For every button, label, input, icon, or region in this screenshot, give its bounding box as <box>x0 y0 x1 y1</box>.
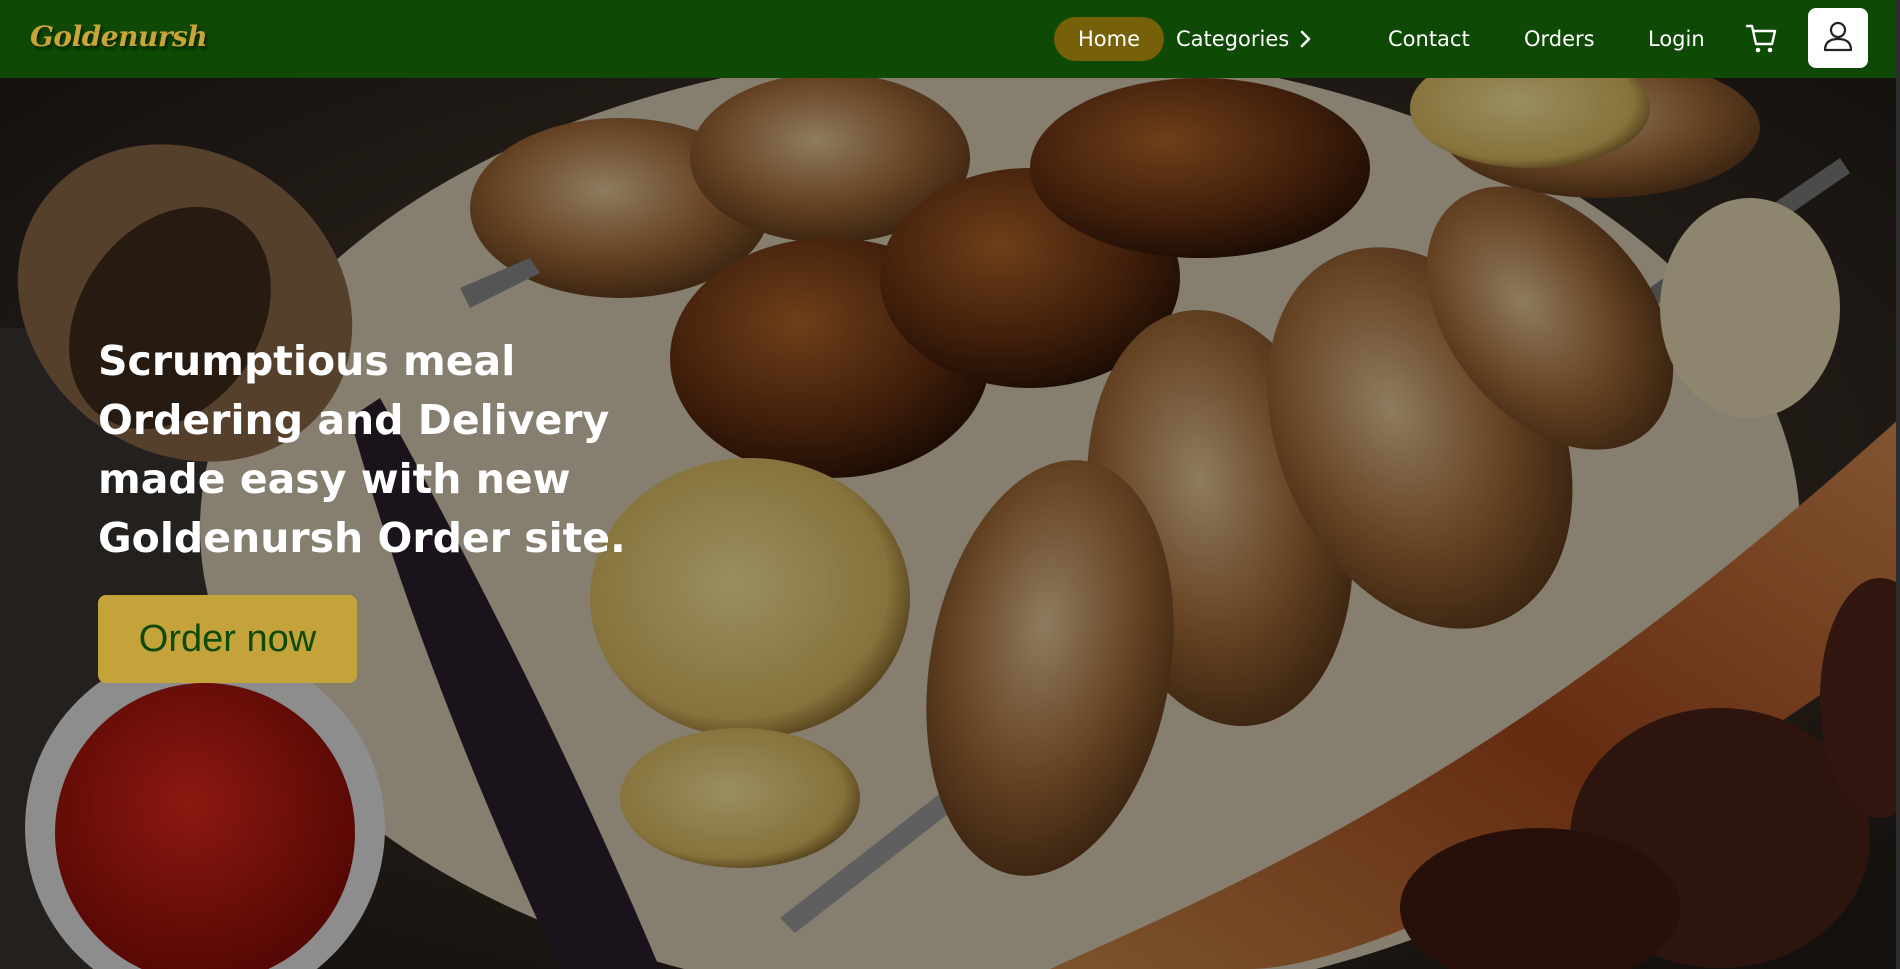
window-edge <box>1896 0 1900 969</box>
nav-categories-link[interactable]: Categories <box>1176 17 1315 61</box>
nav-orders-link[interactable]: Orders <box>1524 17 1595 61</box>
cart-icon[interactable] <box>1744 20 1780 56</box>
nav-home-link[interactable]: Home <box>1054 17 1164 61</box>
brand-logo[interactable]: Goldenursh <box>30 20 208 53</box>
hero-heading: Scrumptious meal Ordering and Delivery m… <box>98 337 626 562</box>
order-now-button[interactable]: Order now <box>98 595 357 683</box>
chevron-right-icon <box>1299 28 1315 50</box>
nav-login-link[interactable]: Login <box>1648 17 1705 61</box>
nav-categories-label: Categories <box>1176 27 1290 51</box>
user-icon <box>1821 19 1855 57</box>
user-account-button[interactable] <box>1808 8 1868 68</box>
top-navbar: Goldenursh Home Categories Contact Order… <box>0 0 1900 78</box>
nav-contact-link[interactable]: Contact <box>1388 17 1470 61</box>
